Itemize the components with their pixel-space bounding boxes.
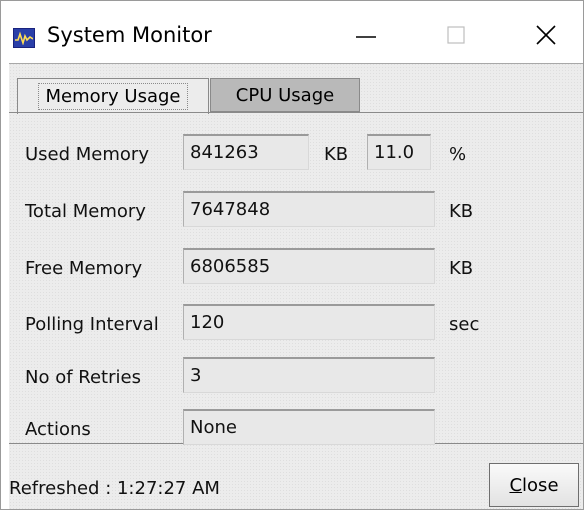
used-memory-unit: KB (324, 144, 349, 165)
total-memory-field[interactable]: 7647848 (183, 191, 435, 227)
refresh-status: Refreshed : 1:27:27 AM (9, 478, 220, 499)
retries-label: No of Retries (25, 367, 141, 388)
percent-unit: % (449, 144, 467, 165)
polling-interval-label: Polling Interval (25, 314, 159, 335)
system-monitor-icon (13, 28, 35, 48)
close-button-label: lose (522, 474, 559, 496)
memory-usage-panel: Used Memory 841263 KB 11.0 % Total Memor… (9, 112, 583, 445)
tab-label: Memory Usage (38, 83, 188, 110)
minimize-icon (354, 23, 378, 52)
used-memory-percent-field[interactable]: 11.0 (367, 134, 431, 170)
free-memory-field[interactable]: 6806585 (183, 248, 435, 284)
used-memory-label: Used Memory (25, 144, 149, 165)
tab-cpu-usage[interactable]: CPU Usage (210, 78, 360, 112)
close-window-button[interactable] (523, 19, 569, 55)
total-memory-label: Total Memory (25, 201, 146, 222)
free-memory-unit: KB (449, 258, 474, 279)
close-button-mnemonic: C (509, 474, 523, 496)
actions-field[interactable]: None (183, 409, 435, 445)
title-bar[interactable]: System Monitor (1, 1, 583, 63)
tab-bar: Memory Usage CPU Usage (9, 63, 583, 114)
polling-interval-field[interactable]: 120 (183, 304, 435, 340)
retries-field[interactable]: 3 (183, 357, 435, 393)
tab-memory-usage[interactable]: Memory Usage (17, 78, 209, 114)
used-memory-field[interactable]: 841263 (183, 134, 309, 170)
close-icon (533, 22, 559, 53)
total-memory-unit: KB (449, 201, 474, 222)
content-area: Memory Usage CPU Usage Used Memory 84126… (9, 63, 583, 509)
close-button[interactable]: Close (489, 463, 579, 507)
polling-interval-unit: sec (449, 314, 480, 335)
actions-label: Actions (25, 419, 91, 440)
free-memory-label: Free Memory (25, 258, 143, 279)
window-title: System Monitor (47, 23, 212, 47)
system-monitor-window: System Monitor Memory Usage CPU Usage Us… (0, 0, 584, 510)
maximize-button[interactable] (433, 19, 479, 55)
maximize-icon (444, 23, 468, 52)
footer-bar: Refreshed : 1:27:27 AM Close (9, 443, 583, 509)
tab-label: CPU Usage (235, 84, 335, 106)
minimize-button[interactable] (343, 19, 389, 55)
